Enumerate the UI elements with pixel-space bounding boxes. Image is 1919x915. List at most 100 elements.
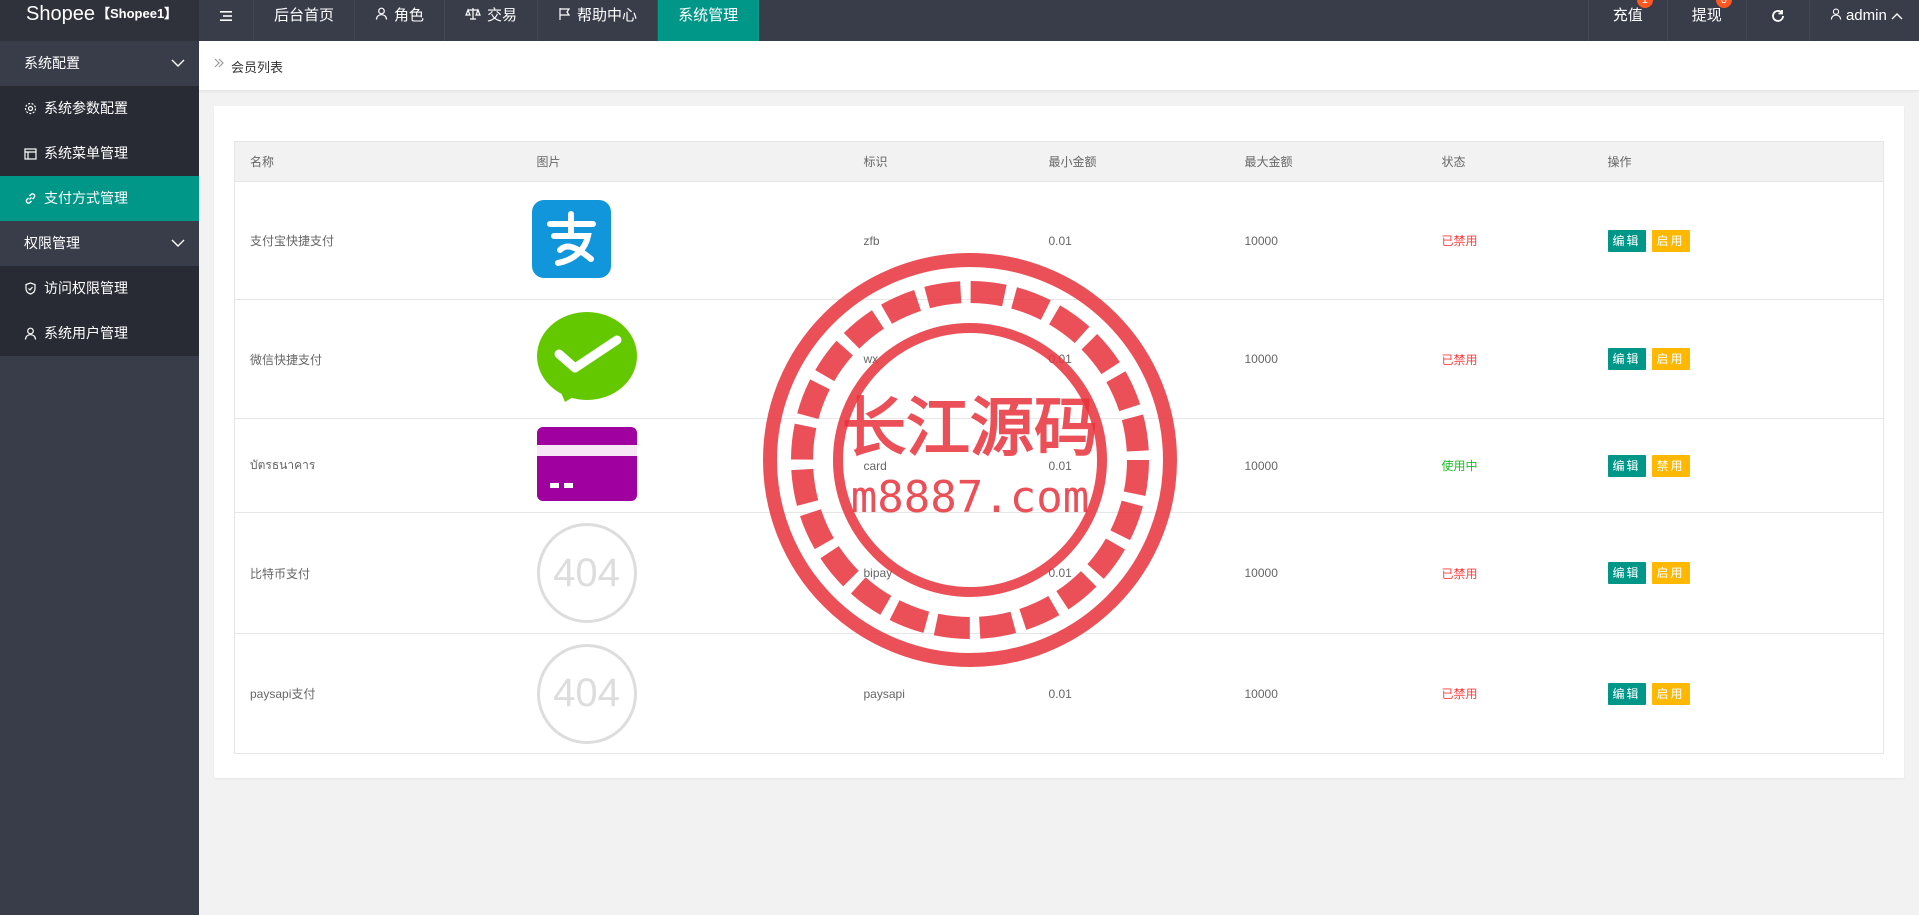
toggle-button[interactable]: 启用	[1651, 229, 1690, 252]
edit-button[interactable]: 编辑	[1607, 348, 1646, 370]
cell-image	[521, 181, 849, 300]
cell-min: 0.01	[1033, 512, 1230, 634]
cell-name: 微信快捷支付	[234, 299, 522, 419]
cell-code: paysapi	[848, 633, 1034, 754]
cell-max: 10000	[1229, 633, 1427, 754]
cell-name: 比特币支付	[234, 512, 522, 634]
status-badge: 已禁用	[1426, 633, 1593, 754]
cell-actions: 编辑 启用	[1592, 633, 1884, 754]
nav-system-label: 系统管理	[678, 7, 739, 24]
user-menu[interactable]: admin	[1808, 0, 1919, 41]
cell-min: 0.01	[1033, 181, 1230, 300]
logo: Shopee 【Shopee1】	[0, 0, 199, 41]
cell-code: zfb	[848, 181, 1034, 300]
sidebar-item-params[interactable]: 系统参数配置	[0, 86, 199, 131]
image-not-found: 404	[536, 523, 637, 623]
image-not-found: 404	[536, 643, 637, 744]
sidebar-group-permissions[interactable]: 权限管理	[0, 221, 199, 266]
nav-roles-label: 角色	[394, 7, 425, 24]
nav-home[interactable]: 后台首页	[254, 0, 356, 41]
status-badge: 使用中	[1426, 418, 1593, 513]
recharge-button[interactable]: 充值 1	[1587, 0, 1667, 41]
edit-button[interactable]: 编辑	[1607, 229, 1646, 252]
col-status: 状态	[1426, 141, 1593, 182]
menu-icon	[220, 11, 232, 21]
col-min: 最小金额	[1033, 141, 1230, 182]
cell-actions: 编辑 禁用	[1592, 418, 1884, 513]
nav-help-label: 帮助中心	[577, 7, 638, 24]
col-code: 标识	[848, 141, 1034, 182]
wechat-logo-icon	[536, 311, 637, 402]
edit-button[interactable]: 编辑	[1607, 562, 1646, 584]
shield-check-icon	[24, 282, 40, 295]
col-image: 图片	[521, 141, 849, 182]
user-icon	[375, 0, 388, 32]
table-header-row: 名称 图片 标识 最小金额 最大金额 状态 操作	[234, 141, 1884, 182]
cell-actions: 编辑 启用	[1592, 181, 1884, 300]
table-row: paysapi支付 404 paysapi 0.01 10000 已禁用 编辑启…	[234, 633, 1884, 754]
cell-name: paysapi支付	[234, 633, 522, 754]
top-nav: 后台首页 角色 交易 帮助中心 系统管理	[199, 0, 760, 41]
cell-name: บัตรธนาคาร	[234, 418, 522, 513]
edit-button[interactable]: 编辑	[1607, 682, 1646, 705]
table-row: 支付宝快捷支付 zfb 0.01 10000 已禁用 编辑 启用	[234, 181, 1884, 300]
brand-name: Shopee	[26, 3, 95, 25]
toggle-button[interactable]: 启用	[1651, 348, 1690, 370]
refresh-icon	[1771, 10, 1784, 22]
sidebar-item-label: 系统用户管理	[44, 325, 128, 341]
cell-code: bipay	[848, 512, 1034, 634]
sidebar: 系统配置 系统参数配置 系统菜单管理 支付方式管理 权限管理 访问权限管理 系统…	[0, 41, 199, 915]
withdraw-label: 提现	[1691, 7, 1722, 24]
refresh-button[interactable]	[1745, 0, 1809, 41]
recharge-label: 充值	[1612, 7, 1643, 24]
cell-min: 0.01	[1033, 299, 1230, 419]
site-tag: 【Shopee1】	[97, 6, 178, 21]
link-icon	[24, 192, 40, 205]
nav-help[interactable]: 帮助中心	[538, 0, 659, 41]
nav-roles[interactable]: 角色	[355, 0, 446, 41]
sidebar-item-access[interactable]: 访问权限管理	[0, 266, 199, 311]
table-row: 比特币支付 404 bipay 0.01 10000 已禁用 编辑 启用	[234, 512, 1884, 634]
flag-icon	[558, 0, 571, 32]
nav-system[interactable]: 系统管理	[658, 0, 760, 41]
nav-trade-label: 交易	[487, 7, 518, 24]
cell-name: 支付宝快捷支付	[234, 181, 522, 300]
toggle-button[interactable]: 启用	[1651, 562, 1690, 584]
sidebar-item-menus[interactable]: 系统菜单管理	[0, 131, 199, 176]
gear-icon	[24, 102, 40, 115]
user-name: admin	[1845, 7, 1887, 24]
breadcrumb: 会员列表	[199, 41, 1919, 91]
toggle-button[interactable]: 启用	[1651, 682, 1690, 705]
chevron-down-icon	[171, 41, 185, 86]
content-card: 名称 图片 标识 最小金额 最大金额 状态 操作 支付宝快捷支付 zfb 0.0…	[214, 106, 1904, 778]
nav-trade[interactable]: 交易	[445, 0, 539, 41]
sidebar-item-label: 系统参数配置	[44, 100, 128, 116]
double-chevron-right-icon	[213, 56, 225, 72]
table-row: บัตรธนาคาร card 0.01 10000 使用中 编辑 禁用	[234, 418, 1884, 513]
cell-min: 0.01	[1033, 418, 1230, 513]
nav-home-label: 后台首页	[274, 7, 335, 24]
sidebar-item-label: 系统菜单管理	[44, 145, 128, 161]
top-bar: Shopee 【Shopee1】 后台首页 角色 交易 帮助中心 系统管理 充值…	[0, 0, 1919, 41]
sidebar-group-label: 系统配置	[24, 55, 80, 71]
col-name: 名称	[234, 141, 522, 182]
cell-image	[521, 299, 849, 419]
sidebar-group-system-config[interactable]: 系统配置	[0, 41, 199, 86]
bank-card-icon	[536, 427, 637, 501]
cell-min: 0.01	[1033, 633, 1230, 754]
alipay-logo-icon	[531, 200, 611, 278]
withdraw-button[interactable]: 提现 8	[1666, 0, 1746, 41]
payment-methods-table: 名称 图片 标识 最小金额 最大金额 状态 操作 支付宝快捷支付 zfb 0.0…	[234, 141, 1884, 754]
cell-max: 10000	[1229, 299, 1427, 419]
sidebar-item-users[interactable]: 系统用户管理	[0, 311, 199, 356]
edit-button[interactable]: 编辑	[1607, 454, 1646, 477]
user-icon	[24, 327, 40, 340]
toggle-button[interactable]: 禁用	[1651, 454, 1690, 477]
sidebar-item-label: 支付方式管理	[44, 190, 128, 206]
sidebar-item-payment[interactable]: 支付方式管理	[0, 176, 199, 221]
menu-toggle-button[interactable]	[199, 0, 254, 41]
user-icon	[1830, 8, 1841, 20]
status-badge: 已禁用	[1426, 181, 1593, 300]
cell-actions: 编辑 启用	[1592, 512, 1884, 634]
col-max: 最大金额	[1229, 141, 1427, 182]
